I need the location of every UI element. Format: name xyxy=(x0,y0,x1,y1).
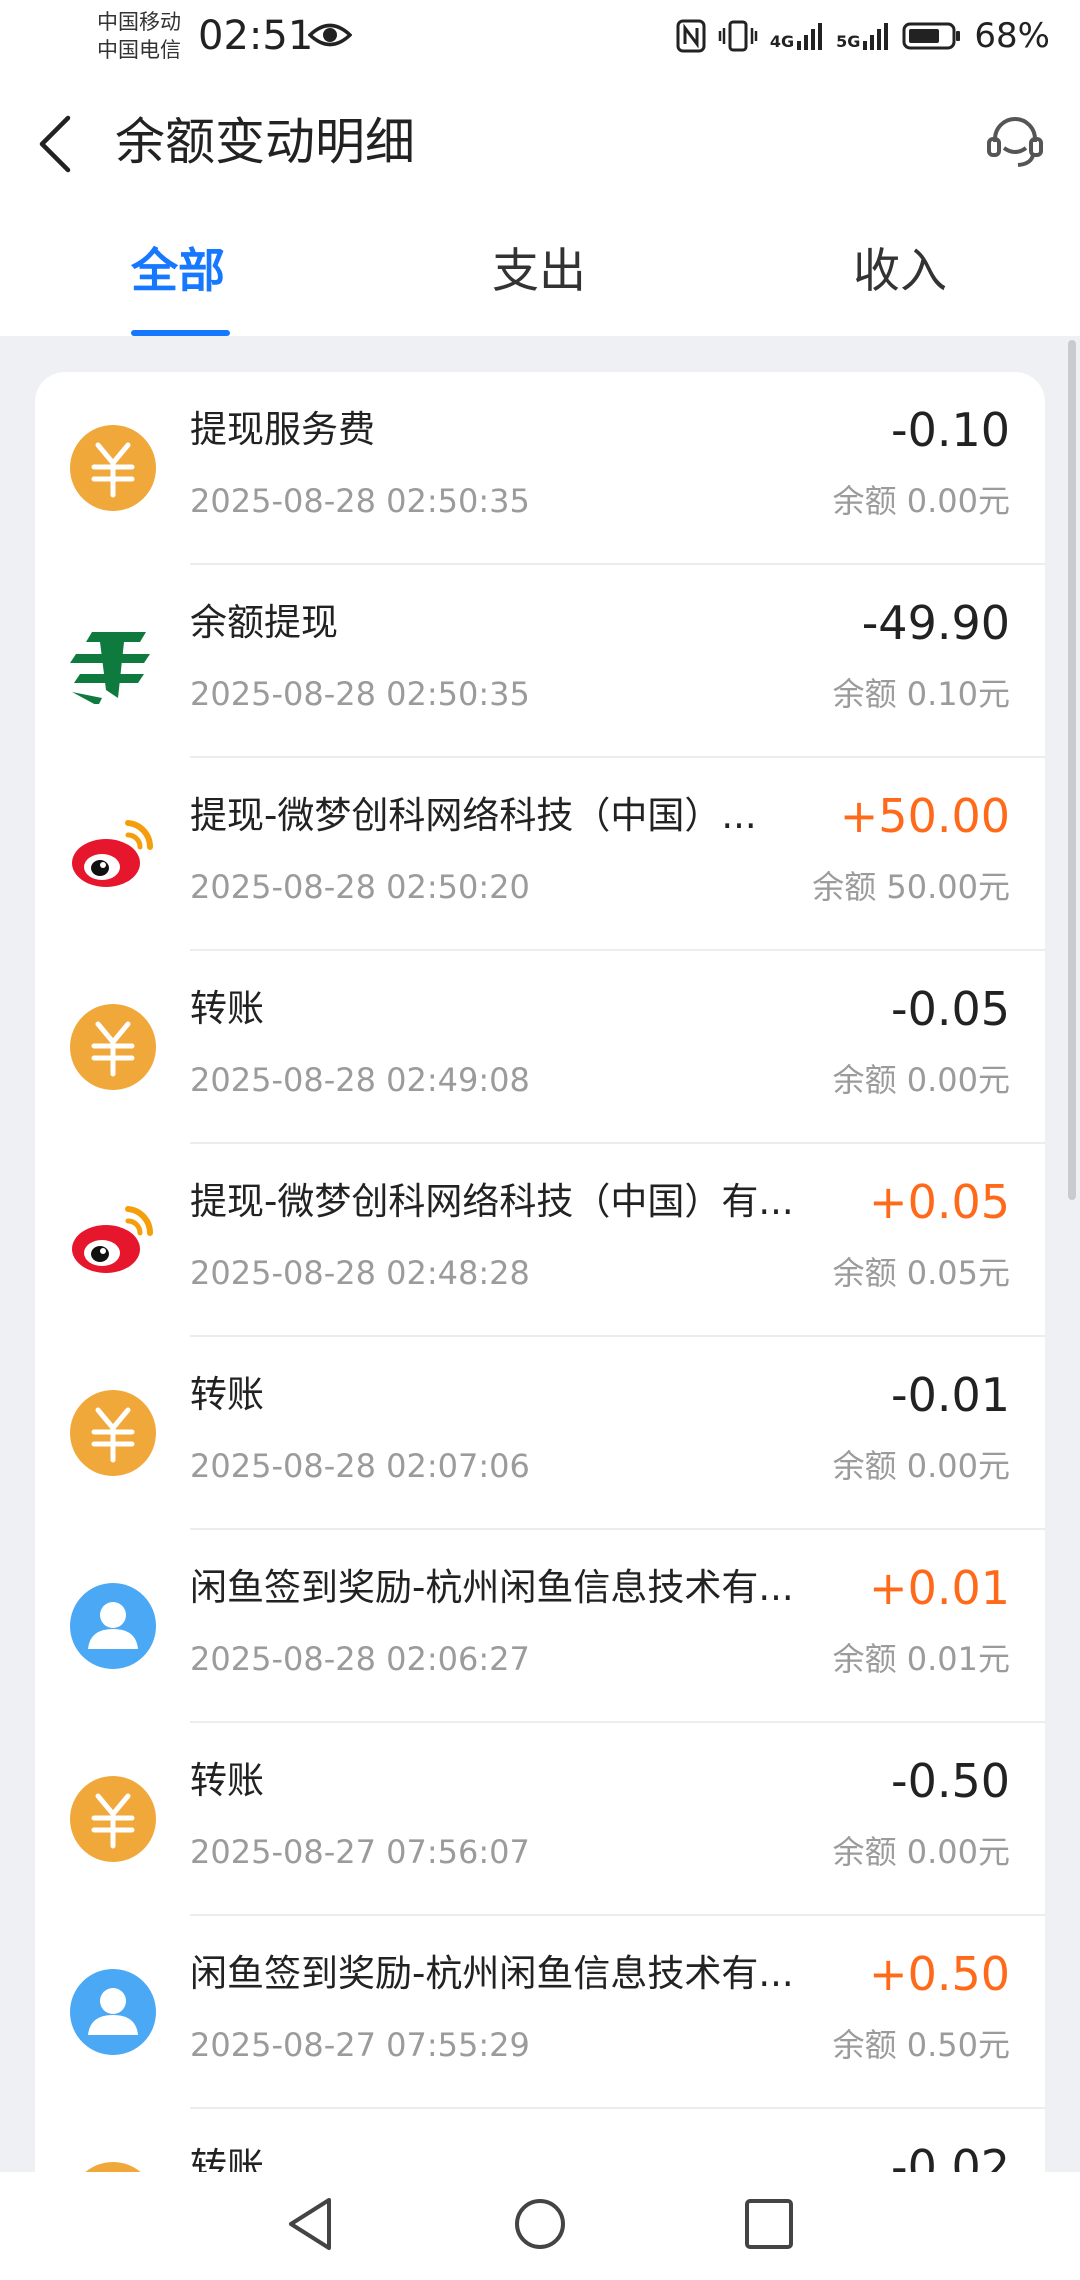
china-post-icon xyxy=(70,618,156,706)
balance-after: 余额 0.00元 xyxy=(832,1061,1010,1099)
transaction-title: 转账 xyxy=(190,1759,264,1802)
transaction-amount: +0.01 xyxy=(869,1561,1010,1615)
transaction-date: 2025-08-27 07:56:07 xyxy=(190,1833,530,1871)
transaction-date: 2025-08-28 02:50:35 xyxy=(190,675,530,713)
page-title: 余额变动明细 xyxy=(115,113,415,171)
balance-after: 余额 0.50元 xyxy=(832,2026,1010,2064)
yuan-icon xyxy=(70,1776,156,1862)
balance-after: 余额 0.00元 xyxy=(832,1447,1010,1485)
transaction-date: 2025-08-28 02:49:08 xyxy=(190,1061,530,1099)
yuan-icon xyxy=(70,1004,156,1090)
filter-tabs: 全部 支出 收入 xyxy=(0,212,1080,336)
header: 余额变动明细 xyxy=(0,72,1080,212)
transaction-amount: +50.00 xyxy=(839,789,1010,843)
transaction-row[interactable]: 闲鱼签到奖励-杭州闲鱼信息技术有... 2025-08-27 07:55:29 +0… xyxy=(35,1916,1045,2109)
transaction-amount: -0.05 xyxy=(890,982,1010,1036)
nav-back-icon[interactable] xyxy=(285,2196,335,2252)
transaction-date: 2025-08-28 02:48:28 xyxy=(190,1254,530,1292)
balance-after: 余额 0.01元 xyxy=(832,1640,1010,1678)
transaction-row[interactable]: 转账 -0.02 xyxy=(35,2109,1045,2172)
balance-after: 余额 0.05元 xyxy=(832,1254,1010,1292)
nfc-icon xyxy=(676,19,706,53)
transaction-amount: -0.01 xyxy=(890,1368,1010,1422)
yuan-icon xyxy=(70,2162,156,2172)
carrier-info: 中国移动 中国电信 xyxy=(97,8,181,64)
weibo-icon xyxy=(70,1197,156,1283)
transaction-title: 提现服务费 xyxy=(190,408,375,451)
transaction-title: 闲鱼签到奖励-杭州闲鱼信息技术有... xyxy=(190,1952,794,1995)
status-icons: 4G 5G 68% xyxy=(676,12,1050,60)
carrier-2: 中国电信 xyxy=(97,38,181,62)
transaction-list: 提现服务费 2025-08-28 02:50:35 -0.10 余额 0.00元 余额提… xyxy=(35,372,1045,2172)
scrollbar[interactable] xyxy=(1068,340,1076,1200)
transaction-row[interactable]: 转账 2025-08-27 07:56:07 -0.50 余额 0.00元 xyxy=(35,1723,1045,1916)
customer-service-icon[interactable] xyxy=(986,112,1044,170)
active-tab-indicator xyxy=(131,330,230,336)
eye-comfort-icon xyxy=(308,23,352,47)
signal-1: 4G xyxy=(770,21,824,51)
user-avatar-icon xyxy=(70,1969,156,2055)
transaction-date: 2025-08-27 07:55:29 xyxy=(190,2026,530,2064)
transaction-title: 转账 xyxy=(190,2145,264,2172)
carrier-1: 中国移动 xyxy=(97,10,181,34)
transaction-amount: +0.50 xyxy=(869,1947,1010,2001)
navigation-bar xyxy=(0,2172,1080,2280)
transaction-date: 2025-08-28 02:06:27 xyxy=(190,1640,530,1678)
signal-2: 5G xyxy=(836,21,890,51)
nav-recents-icon[interactable] xyxy=(743,2196,795,2252)
transaction-row[interactable]: 提现服务费 2025-08-28 02:50:35 -0.10 余额 0.00元 xyxy=(35,372,1045,565)
balance-after: 余额 0.00元 xyxy=(832,482,1010,520)
transaction-title: 余额提现 xyxy=(190,601,338,644)
signal-bars-icon xyxy=(863,23,889,50)
battery-icon xyxy=(902,22,961,50)
battery-level: 68% xyxy=(974,16,1050,56)
transaction-row[interactable]: 提现-微梦创科网络科技（中国）... 2025-08-28 02:50:20 +50… xyxy=(35,758,1045,951)
transaction-amount: -49.90 xyxy=(861,596,1010,650)
transaction-title: 提现-微梦创科网络科技（中国）有... xyxy=(190,1180,794,1223)
balance-after: 余额 0.00元 xyxy=(832,1833,1010,1871)
transaction-amount: -0.02 xyxy=(890,2140,1010,2172)
transaction-row[interactable]: 闲鱼签到奖励-杭州闲鱼信息技术有... 2025-08-28 02:06:27 +0… xyxy=(35,1530,1045,1723)
user-avatar-icon xyxy=(70,1583,156,1669)
yuan-icon xyxy=(70,1390,156,1476)
tab-all[interactable]: 全部 xyxy=(131,242,225,302)
status-bar: 中国移动 中国电信 02:51 4G 5G 68% xyxy=(0,0,1080,72)
tab-expense[interactable]: 支出 xyxy=(492,242,586,302)
balance-after: 余额 50.00元 xyxy=(812,868,1010,906)
nav-home-icon[interactable] xyxy=(513,2196,567,2252)
network-type-2: 5G xyxy=(836,32,861,51)
vibrate-icon xyxy=(718,20,758,52)
transaction-title: 提现-微梦创科网络科技（中国）... xyxy=(190,794,757,837)
network-type-1: 4G xyxy=(769,32,795,51)
transaction-row[interactable]: 提现-微梦创科网络科技（中国）有... 2025-08-28 02:48:28 +0… xyxy=(35,1144,1045,1337)
transaction-amount: -0.10 xyxy=(890,403,1010,457)
yuan-icon xyxy=(70,425,156,511)
back-arrow-icon[interactable] xyxy=(36,114,76,174)
transaction-title: 闲鱼签到奖励-杭州闲鱼信息技术有... xyxy=(190,1566,794,1609)
transaction-date: 2025-08-28 02:07:06 xyxy=(190,1447,530,1485)
transaction-date: 2025-08-28 02:50:35 xyxy=(190,482,530,520)
transaction-row[interactable]: 余额提现 2025-08-28 02:50:35 -49.90 余额 0.10元 xyxy=(35,565,1045,758)
clock: 02:51 xyxy=(198,13,314,59)
weibo-icon xyxy=(70,811,156,897)
balance-after: 余额 0.10元 xyxy=(832,675,1010,713)
transaction-row[interactable]: 转账 2025-08-28 02:49:08 -0.05 余额 0.00元 xyxy=(35,951,1045,1144)
transaction-title: 转账 xyxy=(190,1373,264,1416)
transaction-date: 2025-08-28 02:50:20 xyxy=(190,868,530,906)
transaction-row[interactable]: 转账 2025-08-28 02:07:06 -0.01 余额 0.00元 xyxy=(35,1337,1045,1530)
transaction-amount: -0.50 xyxy=(890,1754,1010,1808)
transaction-amount: +0.05 xyxy=(869,1175,1010,1229)
transaction-title: 转账 xyxy=(190,987,264,1030)
tab-income[interactable]: 收入 xyxy=(853,242,947,302)
signal-bars-icon xyxy=(797,23,823,50)
